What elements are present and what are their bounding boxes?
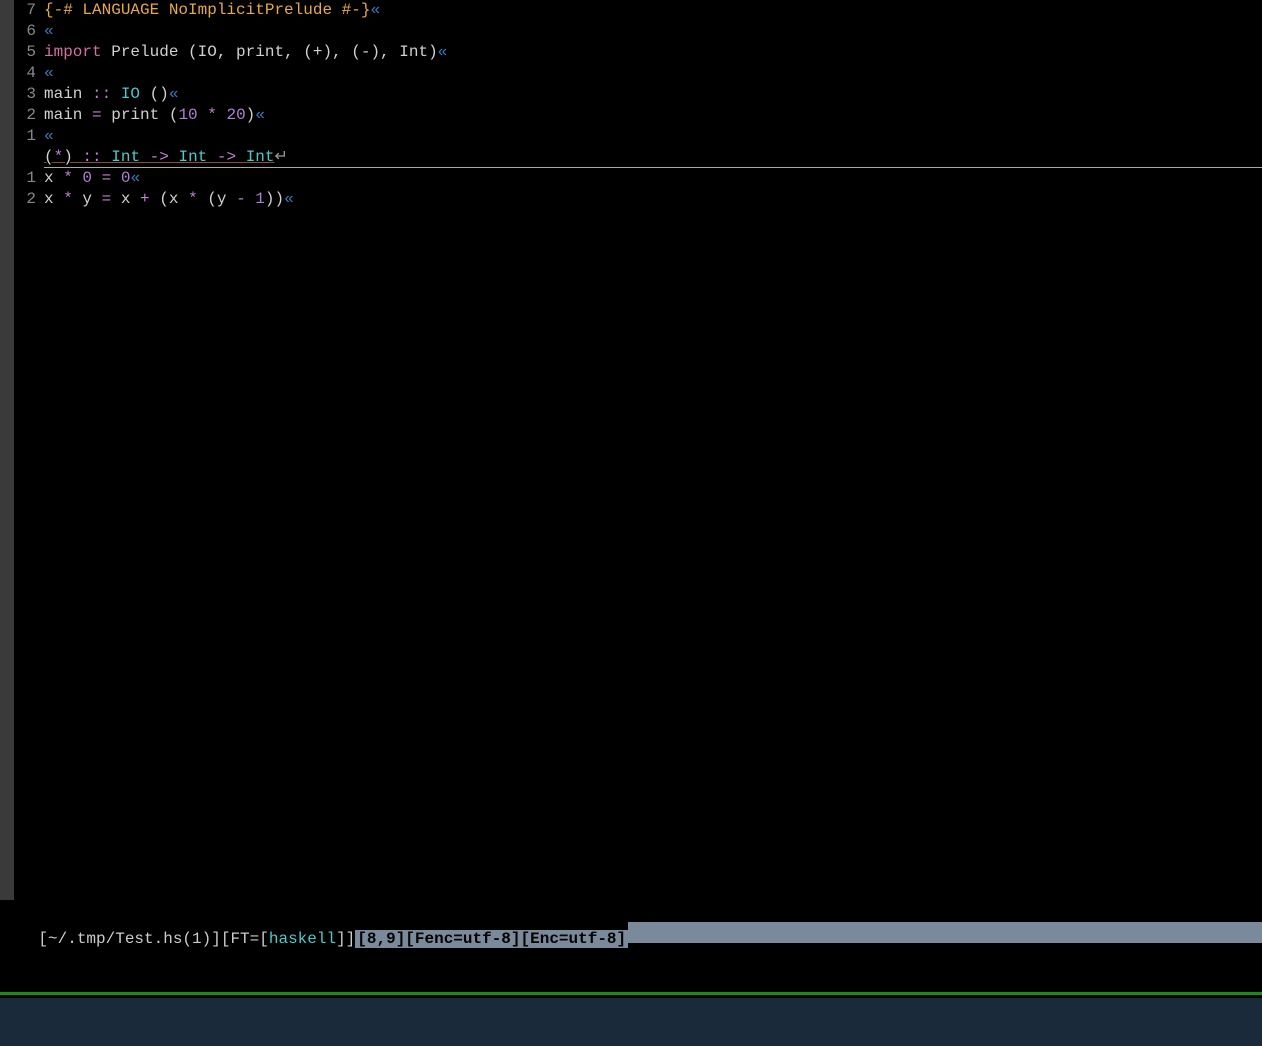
status-ft-close: ]] xyxy=(336,930,355,948)
separator-bar xyxy=(0,992,1262,995)
code-line[interactable]: 8(*) :: Int -> Int -> Int↵ xyxy=(0,147,1262,168)
code-content[interactable]: main :: IO ()« xyxy=(44,84,1262,105)
status-fill xyxy=(628,922,1262,943)
code-content[interactable]: main = print (10 * 20)« xyxy=(44,105,1262,126)
empty-line-marker: ~ xyxy=(0,357,1262,378)
status-ft-open: [FT=[ xyxy=(221,930,269,948)
empty-line-marker: ~ xyxy=(0,819,1262,840)
empty-line-marker: ~ xyxy=(0,420,1262,441)
empty-line-marker: ~ xyxy=(0,231,1262,252)
empty-line-marker: ~ xyxy=(0,441,1262,462)
eol-marker: « xyxy=(255,106,265,124)
code-content[interactable]: « xyxy=(44,126,1262,147)
status-filetype: haskell xyxy=(269,930,336,948)
code-content[interactable]: x * 0 = 0« xyxy=(44,168,1262,189)
code-line[interactable]: 1x * 0 = 0« xyxy=(0,168,1262,189)
code-line[interactable]: 1« xyxy=(0,126,1262,147)
empty-line-marker: ~ xyxy=(0,735,1262,756)
empty-line-marker: ~ xyxy=(0,798,1262,819)
empty-line-marker: ~ xyxy=(0,273,1262,294)
code-line[interactable]: 7{-# LANGUAGE NoImplicitPrelude #-}« xyxy=(0,0,1262,21)
code-content[interactable]: {-# LANGUAGE NoImplicitPrelude #-}« xyxy=(44,0,1262,21)
empty-line-marker: ~ xyxy=(0,630,1262,651)
code-line[interactable]: 5import Prelude (IO, print, (+), (-), In… xyxy=(0,42,1262,63)
status-position: [8,9][Fenc=utf-8][Enc=utf-8] xyxy=(355,930,628,948)
code-content[interactable]: « xyxy=(44,63,1262,84)
status-file: [~/.tmp/Test.hs(1)] xyxy=(38,930,220,948)
empty-line-marker: ~ xyxy=(0,546,1262,567)
empty-line-marker: ~ xyxy=(0,714,1262,735)
empty-line-marker: ~ xyxy=(0,777,1262,798)
code-line[interactable]: 2main = print (10 * 20)« xyxy=(0,105,1262,126)
empty-line-marker: ~ xyxy=(0,210,1262,231)
empty-line-marker: ~ xyxy=(0,252,1262,273)
empty-line-marker: ~ xyxy=(0,525,1262,546)
empty-line-marker: ~ xyxy=(0,588,1262,609)
eol-marker: « xyxy=(438,43,448,61)
eol-marker: « xyxy=(370,1,380,19)
code-content[interactable]: import Prelude (IO, print, (+), (-), Int… xyxy=(44,42,1262,63)
empty-line-marker: ~ xyxy=(0,483,1262,504)
empty-line-marker: ~ xyxy=(0,609,1262,630)
code-line[interactable]: 4« xyxy=(0,63,1262,84)
empty-line-marker: ~ xyxy=(0,672,1262,693)
eol-marker: « xyxy=(284,190,294,208)
code-lines[interactable]: 7{-# LANGUAGE NoImplicitPrelude #-}«6«5i… xyxy=(0,0,1262,210)
empty-line-marker: ~ xyxy=(0,336,1262,357)
empty-line-marker: ~ xyxy=(0,462,1262,483)
sign-column xyxy=(0,0,14,900)
eol-marker: « xyxy=(44,64,54,82)
empty-line-marker: ~ xyxy=(0,651,1262,672)
empty-line-marker: ~ xyxy=(0,840,1262,861)
eol-marker: ↵ xyxy=(275,148,288,166)
bottom-panel xyxy=(0,998,1262,1046)
empty-line-marker: ~ xyxy=(0,504,1262,525)
empty-line-marker: ~ xyxy=(0,567,1262,588)
eol-marker: « xyxy=(44,22,54,40)
code-line[interactable]: 3main :: IO ()« xyxy=(0,84,1262,105)
code-line[interactable]: 6« xyxy=(0,21,1262,42)
empty-line-marker: ~ xyxy=(0,399,1262,420)
editor-area[interactable]: 7{-# LANGUAGE NoImplicitPrelude #-}«6«5i… xyxy=(0,0,1262,1046)
eol-marker: « xyxy=(130,169,140,187)
eol-marker: « xyxy=(169,85,179,103)
empty-line-marker: ~ xyxy=(0,294,1262,315)
empty-line-marker: ~ xyxy=(0,693,1262,714)
empty-line-marker: ~ xyxy=(0,315,1262,336)
empty-line-marker: ~ xyxy=(0,756,1262,777)
status-line: [~/.tmp/Test.hs(1)][FT=[haskell]][8,9][F… xyxy=(0,901,1262,922)
code-content[interactable]: « xyxy=(44,21,1262,42)
empty-line-marker: ~ xyxy=(0,378,1262,399)
code-line[interactable]: 2x * y = x + (x * (y - 1))« xyxy=(0,189,1262,210)
code-content[interactable]: x * y = x + (x * (y - 1))« xyxy=(44,189,1262,210)
eol-marker: « xyxy=(44,127,54,145)
code-content[interactable]: (*) :: Int -> Int -> Int↵ xyxy=(44,147,1262,168)
empty-lines: ~~~~~~~~~~~~~~~~~~~~~~~~~~~~~~~ xyxy=(0,210,1262,861)
